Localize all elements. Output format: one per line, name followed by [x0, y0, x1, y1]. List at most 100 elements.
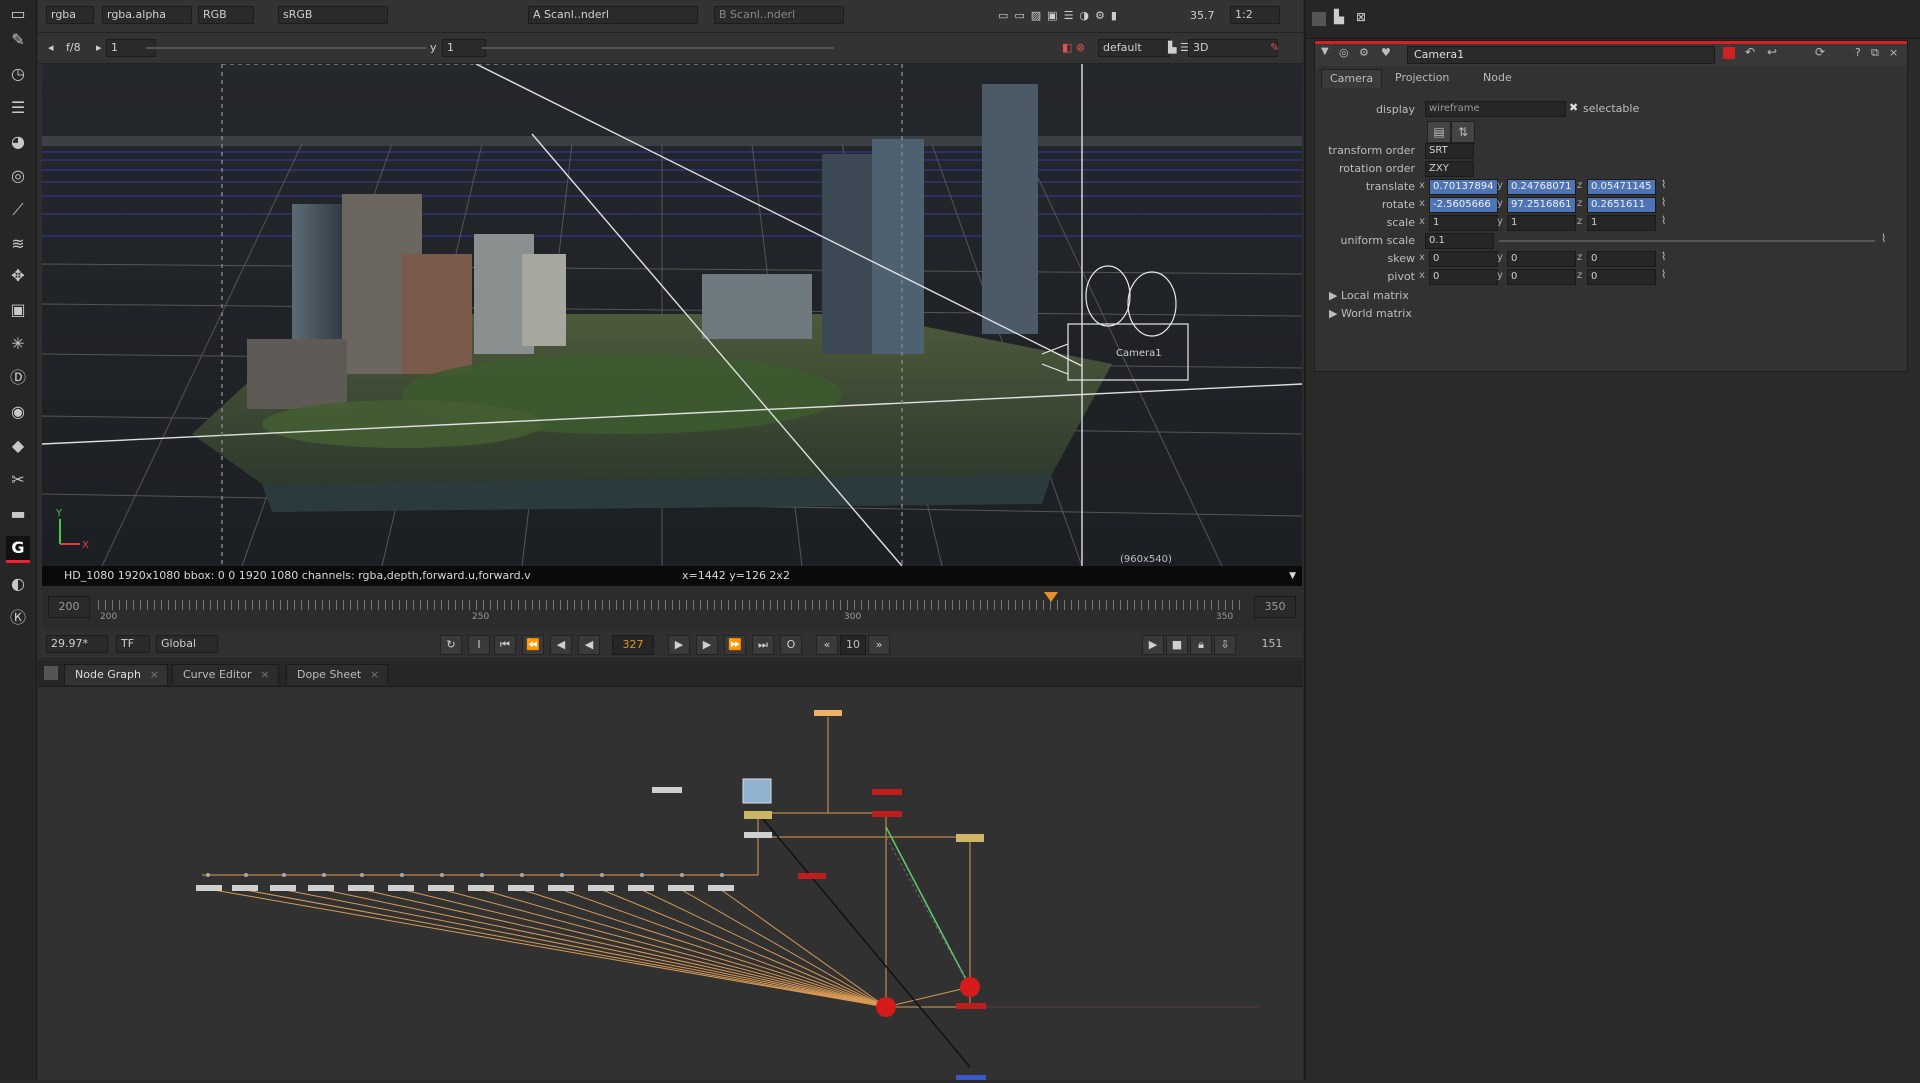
- translate-x-field[interactable]: 0.70137894: [1429, 179, 1498, 195]
- gizmo-icon[interactable]: G: [6, 536, 30, 563]
- next-frame-icon[interactable]: ▶: [696, 635, 718, 655]
- arrow-left-icon[interactable]: ◂: [48, 40, 54, 56]
- node-name-field[interactable]: Camera1: [1407, 46, 1715, 64]
- flipbook-icon[interactable]: ▶: [1142, 635, 1164, 655]
- curve-icon[interactable]: ⌇: [1661, 178, 1666, 191]
- time-icon[interactable]: ◷: [6, 62, 30, 86]
- merge-icon[interactable]: ≋: [6, 232, 30, 256]
- loop-icon[interactable]: ↻: [440, 635, 462, 655]
- record-icon[interactable]: ■: [1166, 635, 1188, 655]
- rotate-x-field[interactable]: -2.5605666: [1429, 197, 1498, 213]
- fps-dropdown[interactable]: 29.97*: [46, 635, 108, 653]
- read-node[interactable]: [652, 787, 682, 793]
- camera-node-2[interactable]: [872, 811, 902, 817]
- step-field[interactable]: 10: [840, 635, 866, 655]
- panel-menu-icon[interactable]: [1312, 12, 1326, 26]
- export-icon[interactable]: ⇩: [1214, 635, 1236, 655]
- node-row[interactable]: [196, 885, 734, 891]
- particles-icon[interactable]: ✳: [6, 332, 30, 356]
- alpha-channel-dropdown[interactable]: rgba.alpha: [102, 6, 192, 24]
- prev-frame-icon[interactable]: ◀: [550, 635, 572, 655]
- translate-z-field[interactable]: 0.05471145: [1587, 179, 1656, 195]
- close-icon[interactable]: ×: [370, 665, 379, 685]
- grade-node-2[interactable]: [956, 834, 984, 842]
- first-frame-icon[interactable]: ⏮: [494, 635, 516, 655]
- arrow-right-icon[interactable]: ▸: [96, 40, 102, 56]
- settings-icon[interactable]: ⚙: [1359, 46, 1369, 59]
- close-icon[interactable]: ×: [150, 665, 159, 685]
- translate-y-field[interactable]: 0.24768071: [1507, 179, 1576, 195]
- 3d-icon[interactable]: ▣: [6, 298, 30, 322]
- uniform-scale-field[interactable]: 0.1: [1425, 233, 1494, 249]
- skip-back-icon[interactable]: «: [816, 635, 838, 655]
- rotation-order-dropdown[interactable]: ZXY: [1425, 161, 1474, 177]
- image-thumbnail-node[interactable]: [742, 778, 772, 804]
- skip-forward-icon[interactable]: »: [868, 635, 890, 655]
- collapse-icon[interactable]: ▼: [1321, 46, 1329, 57]
- other-icon[interactable]: ▬: [6, 502, 30, 526]
- transform-handle-icon[interactable]: ⇅: [1451, 121, 1475, 143]
- viewer-canvas[interactable]: Camera1 Y X (960x540): [42, 64, 1302, 566]
- gamma-field[interactable]: 1: [442, 39, 486, 57]
- curve-icon[interactable]: ⌇: [1661, 214, 1666, 227]
- plugin-icon[interactable]: ◐: [6, 572, 30, 596]
- channel-icon[interactable]: ☰: [6, 96, 30, 120]
- views-icon[interactable]: ◉: [6, 400, 30, 424]
- view-mode-dropdown[interactable]: 3D: [1188, 39, 1278, 57]
- gain-slider[interactable]: [146, 47, 426, 49]
- curve-icon[interactable]: ⌇: [1661, 250, 1666, 263]
- revert-icon[interactable]: ↶: [1745, 45, 1755, 59]
- info-dropdown-icon[interactable]: ▼: [1289, 566, 1296, 586]
- viewer-node[interactable]: [956, 1075, 986, 1080]
- metadata-icon[interactable]: ◆: [6, 434, 30, 458]
- scale-x-field[interactable]: 1: [1429, 215, 1498, 231]
- tab-camera[interactable]: Camera: [1321, 69, 1383, 88]
- toolsets-icon[interactable]: ✂: [6, 468, 30, 492]
- stereo-icon[interactable]: ◧ ⊗: [1062, 40, 1085, 56]
- viewer-lut-dropdown[interactable]: sRGB: [278, 6, 388, 24]
- current-frame-field[interactable]: 327: [612, 635, 654, 655]
- undo-icon[interactable]: ↩: [1767, 45, 1777, 59]
- clear-panel-icon[interactable]: ⊠: [1356, 10, 1366, 24]
- folder-icon[interactable]: ▤: [1427, 121, 1451, 143]
- node-color-swatch[interactable]: [1723, 47, 1735, 59]
- transform-icon[interactable]: ✥: [6, 264, 30, 288]
- input-a-dropdown[interactable]: A Scanl..nderl: [528, 6, 698, 24]
- display-dropdown[interactable]: wireframe: [1425, 101, 1566, 117]
- close-icon[interactable]: ×: [260, 665, 269, 685]
- out-point-icon[interactable]: O: [780, 635, 802, 655]
- last-frame-icon[interactable]: ⏭: [752, 635, 774, 655]
- playhead[interactable]: [1044, 592, 1058, 602]
- pivot-x-field[interactable]: 0: [1429, 269, 1498, 285]
- curve-icon[interactable]: ⌇: [1661, 268, 1666, 281]
- render-node[interactable]: [956, 1003, 986, 1009]
- curve-icon[interactable]: ⌇: [1661, 196, 1666, 209]
- float-icon[interactable]: ◎: [1339, 46, 1349, 59]
- camera-dropdown[interactable]: default: [1098, 39, 1170, 57]
- node-color-icon[interactable]: ♥: [1381, 46, 1391, 59]
- tab-node-graph[interactable]: Node Graph ×: [64, 664, 168, 685]
- tab-dope-sheet[interactable]: Dope Sheet ×: [286, 664, 389, 685]
- timeline-start[interactable]: 200: [48, 596, 90, 618]
- play-backward-icon[interactable]: ◀: [578, 635, 600, 655]
- skew-y-field[interactable]: 0: [1507, 251, 1576, 267]
- gamma-slider[interactable]: [482, 47, 834, 49]
- display-style-dropdown[interactable]: RGB: [198, 6, 254, 24]
- global-dropdown[interactable]: Global: [156, 635, 218, 653]
- prev-key-icon[interactable]: ⏪: [522, 635, 544, 655]
- scale-y-field[interactable]: 1: [1507, 215, 1576, 231]
- zoom-dropdown[interactable]: 1:2: [1230, 6, 1280, 24]
- panel-menu-icon[interactable]: [44, 666, 58, 680]
- help-icon[interactable]: ?: [1855, 46, 1861, 59]
- timeline[interactable]: 200 200 250 300 350 350: [42, 586, 1302, 630]
- tab-projection[interactable]: Projection: [1387, 69, 1457, 87]
- scene-node[interactable]: [798, 873, 826, 879]
- in-point-icon[interactable]: I: [468, 635, 490, 655]
- world-matrix-toggle[interactable]: ▶ World matrix: [1329, 307, 1412, 320]
- pivot-z-field[interactable]: 0: [1587, 269, 1656, 285]
- uniform-scale-slider[interactable]: [1499, 240, 1875, 242]
- curve-icon[interactable]: ⌇: [1881, 232, 1886, 245]
- timeline-end[interactable]: 350: [1254, 596, 1296, 618]
- selectable-checkbox[interactable]: ✖: [1569, 101, 1578, 114]
- tab-curve-editor[interactable]: Curve Editor ×: [172, 664, 279, 685]
